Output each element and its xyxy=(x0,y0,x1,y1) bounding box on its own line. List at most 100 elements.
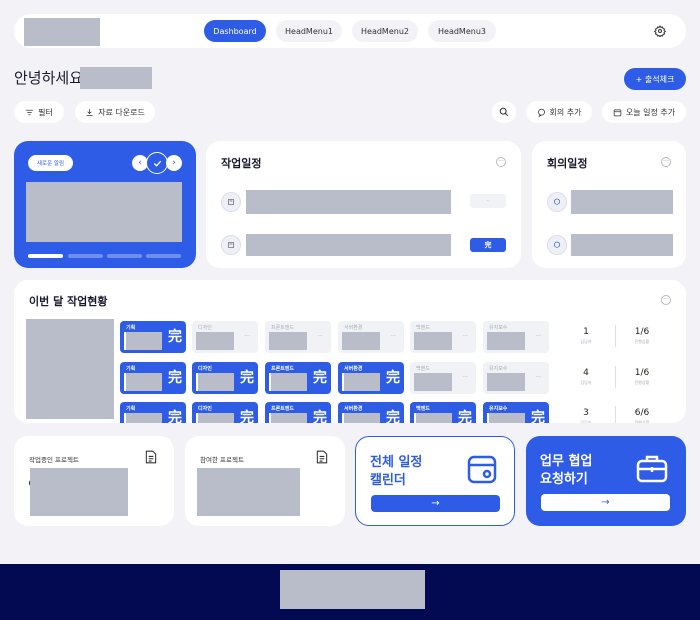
status-cell[interactable]: 서버환경 ··· xyxy=(338,321,404,353)
participated-projects-card[interactable]: 참여한 프로젝트 xyxy=(185,436,345,526)
assigned-value: 3 xyxy=(583,408,589,418)
tab-headmenu2[interactable]: HeadMenu2 xyxy=(352,20,418,42)
status-cell-label: 기획 xyxy=(126,366,136,372)
status-cell[interactable]: 디자인 完 xyxy=(192,362,258,394)
status-cell-placeholder xyxy=(196,332,234,350)
status-cell[interactable]: 백엔드 ··· xyxy=(410,362,476,394)
done-stamp: 完 xyxy=(168,370,182,386)
more-icon[interactable]: ··· xyxy=(496,157,506,167)
status-cell[interactable]: 기획 完 xyxy=(120,321,186,353)
filter-icon xyxy=(26,109,33,115)
status-cell-placeholder xyxy=(487,413,525,423)
participated-title: 참여한 프로젝트 xyxy=(200,456,244,464)
meeting-row-icon xyxy=(547,192,567,212)
status-cell[interactable]: 서버환경 完 xyxy=(338,362,404,394)
new-notice-badge[interactable]: 새로운 알림 xyxy=(28,155,73,171)
done-stamp: 完 xyxy=(386,410,400,423)
logo-placeholder[interactable] xyxy=(24,18,100,46)
status-cell[interactable]: 유지보수 ··· xyxy=(483,362,549,394)
status-cell-placeholder xyxy=(342,373,380,391)
collab-go-button[interactable]: → xyxy=(541,494,670,511)
download-icon xyxy=(86,108,93,116)
status-cell[interactable]: 유지보수 完 xyxy=(483,402,549,423)
meeting-row-placeholder[interactable] xyxy=(571,190,673,214)
collab-request-card[interactable]: 업무 협업 요청하기 → xyxy=(526,436,686,526)
status-cell[interactable]: 유지보수 ··· xyxy=(483,321,549,353)
status-cell[interactable]: 백엔드 完 xyxy=(410,402,476,423)
status-cell[interactable]: 기획 完 xyxy=(120,362,186,394)
status-cell-label: 기획 xyxy=(126,325,136,331)
status-cell-placeholder xyxy=(269,413,307,423)
collab-title-line1: 업무 협업 xyxy=(540,454,593,469)
add-meeting-button[interactable]: 회의 추가 xyxy=(526,101,592,123)
status-cell-label: 디자인 xyxy=(198,366,212,372)
done-stamp: 完 xyxy=(240,410,254,423)
progress-status: 1/6 진행상황 xyxy=(622,368,662,386)
calendar-title-line2: 캘린더 xyxy=(370,473,406,488)
calendar-icon xyxy=(613,109,622,116)
status-cell-placeholder xyxy=(487,332,525,350)
tab-headmenu1[interactable]: HeadMenu1 xyxy=(276,20,342,42)
assigned-label: 담당자 xyxy=(580,420,592,423)
schedule-row-placeholder[interactable] xyxy=(246,234,451,256)
assigned-value: 4 xyxy=(583,368,589,378)
user-name-placeholder xyxy=(80,67,152,89)
next-button[interactable]: › xyxy=(166,155,182,171)
status-cell[interactable]: 디자인 ··· xyxy=(192,321,258,353)
project-image-placeholder xyxy=(26,319,114,419)
schedule-row-placeholder[interactable] xyxy=(246,190,451,214)
status-cell[interactable]: 프론트엔드 完 xyxy=(265,402,331,423)
status-cell-label: 프론트엔드 xyxy=(271,325,295,331)
settings-button[interactable] xyxy=(650,21,670,41)
schedule-status-pending: · xyxy=(470,194,506,208)
status-cell-placeholder xyxy=(269,373,307,391)
empty-mark: ··· xyxy=(244,333,250,340)
add-today-schedule-button[interactable]: 오늘 일정 추가 xyxy=(602,101,686,123)
download-button[interactable]: 자료 다운로드 xyxy=(75,101,155,123)
status-cell-placeholder xyxy=(124,332,162,350)
status-cell-label: 디자인 xyxy=(198,406,212,412)
calendar-icon xyxy=(467,455,497,484)
empty-mark: ··· xyxy=(390,333,396,340)
slide-indicator-active[interactable] xyxy=(28,254,63,258)
status-cell-label: 서버환경 xyxy=(344,366,363,372)
collab-title-line2: 요청하기 xyxy=(540,472,588,487)
meeting-row-placeholder[interactable] xyxy=(571,234,673,256)
check-icon xyxy=(153,160,161,167)
slide-indicator[interactable] xyxy=(107,254,142,258)
slide-indicator[interactable] xyxy=(146,254,181,258)
status-cell[interactable]: 프론트엔드 ··· xyxy=(265,321,331,353)
attendance-button[interactable]: + 출석체크 xyxy=(624,68,686,90)
filter-button[interactable]: 필터 xyxy=(14,101,64,123)
assigned-label: 담당자 xyxy=(580,339,592,344)
more-icon[interactable]: ··· xyxy=(661,157,671,167)
tab-headmenu3[interactable]: HeadMenu3 xyxy=(428,20,496,42)
status-cell-placeholder xyxy=(342,413,380,423)
tab-dashboard[interactable]: Dashboard xyxy=(204,20,266,42)
check-button[interactable] xyxy=(146,152,168,174)
in-progress-title: 작업중인 프로젝트 xyxy=(29,456,79,464)
done-stamp: 完 xyxy=(168,329,182,345)
search-button[interactable] xyxy=(492,101,516,123)
status-cell[interactable]: 디자인 完 xyxy=(192,402,258,423)
done-stamp: 完 xyxy=(313,410,327,423)
slide-indicator[interactable] xyxy=(68,254,103,258)
status-cell-placeholder xyxy=(487,373,525,391)
more-icon[interactable]: ··· xyxy=(661,295,671,305)
in-progress-projects-card[interactable]: 작업중인 프로젝트 xyxy=(14,436,174,526)
status-cell[interactable]: 서버환경 完 xyxy=(338,402,404,423)
progress-value: 1/6 xyxy=(634,327,650,337)
status-cell[interactable]: 기획 完 xyxy=(120,402,186,423)
filter-label: 필터 xyxy=(38,107,53,117)
status-cell-label: 프론트엔드 xyxy=(271,406,295,412)
status-cell[interactable]: 백엔드 ··· xyxy=(410,321,476,353)
assigned-count: 4 담당자 xyxy=(566,368,606,386)
calendar-go-button[interactable]: → xyxy=(371,495,500,512)
status-cell[interactable]: 프론트엔드 完 xyxy=(265,362,331,394)
footer xyxy=(0,564,700,620)
notice-card: 새로운 알림 ‹ › xyxy=(14,141,196,268)
progress-label: 진행상황 xyxy=(634,380,650,385)
full-calendar-card[interactable]: 전체 일정 캘린더 → xyxy=(355,436,515,526)
status-cell-label: 백엔드 xyxy=(416,366,430,372)
progress-label: 진행상황 xyxy=(634,339,650,344)
